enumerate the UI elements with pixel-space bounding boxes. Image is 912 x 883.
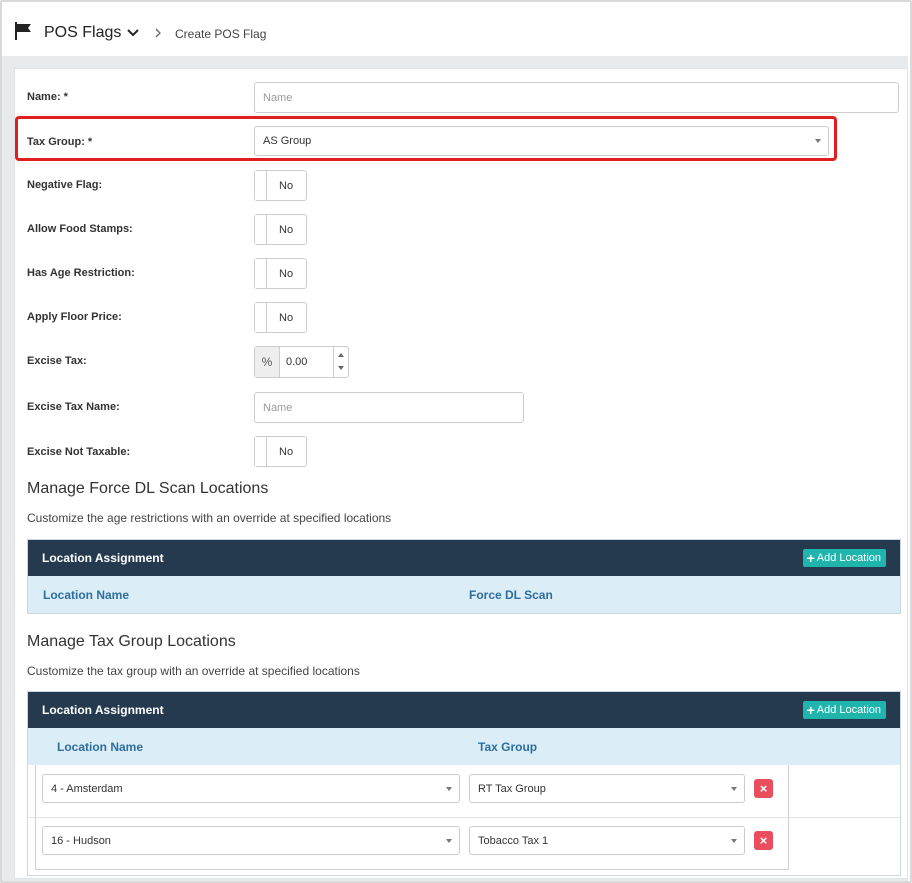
row-divider [28, 817, 900, 818]
row-location-value: 4 - Amsterdam [51, 782, 123, 795]
stepper-down-icon[interactable] [338, 366, 344, 370]
name-input[interactable]: Name [254, 82, 899, 113]
percent-addon: % [255, 347, 280, 377]
delete-row-button[interactable]: × [754, 779, 773, 798]
age-restriction-label: Has Age Restriction: [27, 267, 135, 279]
stepper-up-icon[interactable] [338, 353, 344, 357]
negative-flag-label: Negative Flag: [27, 179, 103, 191]
toggle-state: No [279, 312, 294, 324]
tax-group-select[interactable]: AS Group [254, 126, 829, 156]
excise-tax-stepper[interactable]: % 0.00 [254, 346, 349, 378]
table-title: Location Assignment [42, 703, 164, 717]
table-header: Location Assignment + Add Location [28, 540, 900, 576]
food-stamps-label: Allow Food Stamps: [27, 223, 133, 235]
caret-down-icon [731, 838, 737, 843]
plus-icon: + [806, 702, 815, 718]
excise-tax-name-input[interactable]: Name [254, 392, 524, 423]
force-dl-table: Location Assignment + Add Location Locat… [27, 539, 901, 614]
toggle-state: No [279, 224, 294, 236]
breadcrumb: Create POS Flag [175, 27, 267, 41]
age-restriction-toggle[interactable]: No [254, 258, 307, 289]
column-header-force-dl-scan: Force DL Scan [469, 588, 553, 602]
row-tax-group-value: RT Tax Group [478, 782, 546, 795]
column-header-location-name: Location Name [57, 740, 144, 754]
chevron-down-icon[interactable] [126, 27, 140, 39]
caret-down-icon [731, 786, 737, 791]
row-tax-group-select[interactable]: RT Tax Group [469, 774, 745, 803]
tax-group-heading: Manage Tax Group Locations [27, 633, 236, 650]
excise-tax-name-label: Excise Tax Name: [27, 401, 120, 413]
column-header-tax-group: Tax Group [478, 740, 538, 754]
column-header-row: Location Name Force DL Scan [28, 576, 900, 613]
table-body: 4 - Amsterdam RT Tax Group × 16 - Hudson… [28, 765, 900, 875]
toggle-state: No [279, 180, 294, 192]
tax-group-label: Tax Group: * [27, 136, 93, 148]
tax-group-table: Location Assignment + Add Location Locat… [27, 691, 901, 876]
toggle-knob [255, 303, 267, 332]
tax-group-description: Customize the tax group with an override… [27, 664, 360, 678]
flag-icon [15, 22, 31, 40]
caret-down-icon [446, 786, 452, 791]
excise-not-taxable-toggle[interactable]: No [254, 436, 307, 467]
toggle-state: No [279, 268, 294, 280]
caret-down-icon [446, 838, 452, 843]
negative-flag-toggle[interactable]: No [254, 170, 307, 201]
table-title: Location Assignment [42, 551, 164, 565]
force-dl-heading: Manage Force DL Scan Locations [27, 480, 269, 497]
column-header-row: Location Name Tax Group [28, 728, 900, 765]
force-dl-description: Customize the age restrictions with an o… [27, 511, 392, 525]
add-location-button[interactable]: + Add Location [802, 701, 886, 719]
page-title[interactable]: POS Flags [44, 24, 121, 42]
floor-price-label: Apply Floor Price: [27, 311, 122, 323]
row-tax-group-select[interactable]: Tobacco Tax 1 [469, 826, 745, 855]
excise-tax-value[interactable]: 0.00 [286, 356, 307, 368]
top-bar: POS Flags Create POS Flag [2, 2, 908, 56]
toggle-knob [255, 259, 267, 288]
floor-price-toggle[interactable]: No [254, 302, 307, 333]
plus-icon: + [806, 550, 815, 566]
toggle-state: No [279, 446, 294, 458]
column-header-location-name: Location Name [43, 588, 130, 602]
caret-down-icon [815, 139, 821, 143]
row-location-value: 16 - Hudson [51, 834, 111, 847]
name-label: Name: * [27, 91, 68, 103]
add-location-button[interactable]: + Add Location [802, 549, 886, 567]
add-location-label: Add Location [816, 704, 881, 716]
tax-group-value: AS Group [263, 135, 312, 147]
chevron-right-icon [155, 28, 161, 38]
toggle-knob [255, 215, 267, 244]
excise-tax-label: Excise Tax: [27, 355, 87, 367]
row-location-select[interactable]: 4 - Amsterdam [42, 774, 460, 803]
excise-not-taxable-label: Excise Not Taxable: [27, 446, 131, 458]
table-header: Location Assignment + Add Location [28, 692, 900, 728]
toggle-knob [255, 171, 267, 200]
row-tax-group-value: Tobacco Tax 1 [478, 834, 549, 847]
add-location-label: Add Location [816, 552, 881, 564]
food-stamps-toggle[interactable]: No [254, 214, 307, 245]
toggle-knob [255, 437, 267, 466]
delete-row-button[interactable]: × [754, 831, 773, 850]
row-location-select[interactable]: 16 - Hudson [42, 826, 460, 855]
stepper-arrows [333, 347, 348, 377]
